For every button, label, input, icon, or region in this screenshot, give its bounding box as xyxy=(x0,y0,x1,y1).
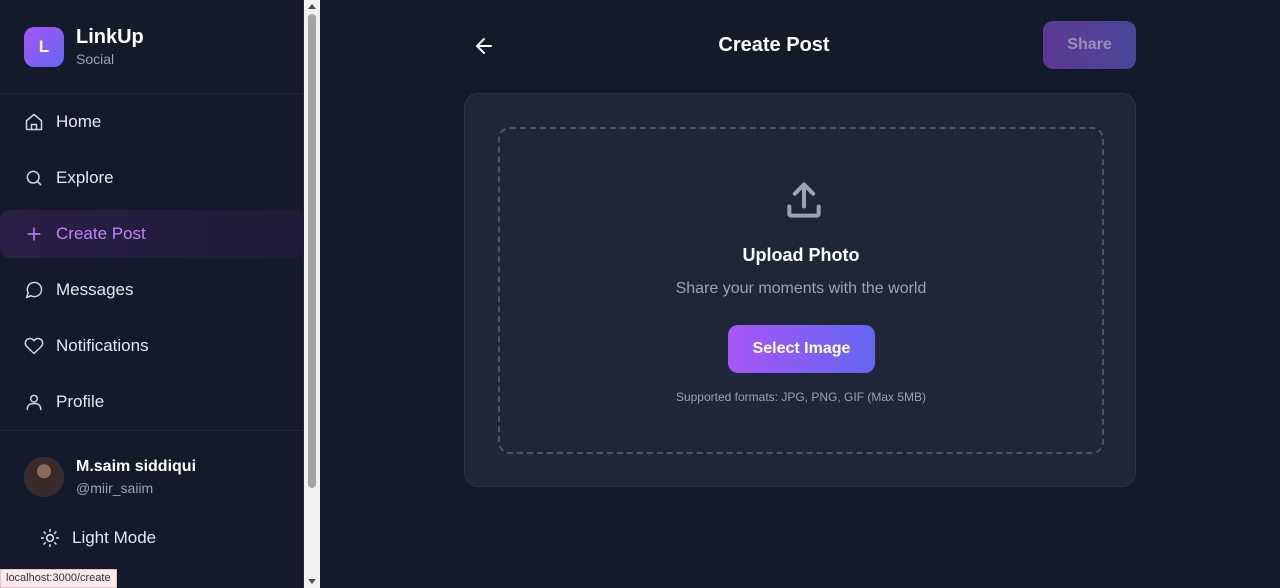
theme-toggle-button[interactable]: Light Mode xyxy=(40,528,156,548)
theme-toggle-label: Light Mode xyxy=(72,528,157,547)
create-post-card: Upload Photo Share your moments with the… xyxy=(464,93,1136,487)
user-handle: @miir_saiim xyxy=(76,480,154,496)
brand-name: LinkUp xyxy=(76,26,144,48)
brand-text: LinkUp Social xyxy=(76,26,144,67)
sun-icon xyxy=(40,528,60,548)
avatar xyxy=(24,457,64,497)
upload-dropzone[interactable]: Upload Photo Share your moments with the… xyxy=(498,127,1104,454)
upload-title: Upload Photo xyxy=(742,245,860,265)
select-image-button[interactable]: Select Image xyxy=(728,325,875,373)
sidebar-item-label: Home xyxy=(56,112,102,131)
user-icon xyxy=(26,394,42,411)
status-bar-url: localhost:3000/create xyxy=(0,569,117,588)
sidebar-nav: Home Explore Create Post Messages Notifi… xyxy=(0,98,304,434)
heart-icon xyxy=(24,337,44,355)
brand-logo: L xyxy=(24,26,64,67)
sidebar-item-label: Notifications xyxy=(56,336,149,355)
upload-subtitle: Share your moments with the world xyxy=(675,280,927,297)
sidebar-item-explore[interactable]: Explore xyxy=(0,154,304,202)
share-button[interactable]: Share xyxy=(1043,21,1136,69)
supported-formats-note: Supported formats: JPG, PNG, GIF (Max 5M… xyxy=(675,390,927,404)
user-text: M.saim siddiqui @miir_saiim xyxy=(76,458,196,496)
sidebar-divider-bottom xyxy=(0,430,304,431)
sidebar-item-label: Profile xyxy=(56,392,105,411)
sidebar-divider-top xyxy=(0,93,304,94)
sidebar-item-create-post[interactable]: Create Post xyxy=(0,210,304,258)
scroll-down-arrow-icon[interactable] xyxy=(308,579,316,584)
sidebar-item-profile[interactable]: Profile xyxy=(0,378,304,426)
user-card[interactable]: M.saim siddiqui @miir_saiim xyxy=(24,457,196,497)
brand[interactable]: L LinkUp Social xyxy=(24,26,144,67)
upload-icon xyxy=(782,179,826,223)
search-icon xyxy=(26,170,42,186)
sidebar-item-home[interactable]: Home xyxy=(0,98,304,146)
sidebar-item-label: Create Post xyxy=(56,224,146,243)
brand-subtitle: Social xyxy=(76,51,115,67)
arrow-left-icon xyxy=(476,38,492,54)
scrollbar-thumb[interactable] xyxy=(308,14,316,488)
sidebar-item-label: Messages xyxy=(56,280,134,299)
home-icon xyxy=(25,113,43,131)
sidebar: L LinkUp Social Home Explore Create Post… xyxy=(0,0,304,588)
plus-icon xyxy=(27,227,41,241)
back-button[interactable] xyxy=(472,34,496,58)
page-title: Create Post xyxy=(718,34,830,56)
sidebar-item-notifications[interactable]: Notifications xyxy=(0,322,304,370)
sidebar-scrollbar[interactable] xyxy=(304,0,320,588)
sidebar-item-messages[interactable]: Messages xyxy=(0,266,304,314)
scroll-up-arrow-icon[interactable] xyxy=(308,4,316,9)
message-circle-icon xyxy=(25,281,43,299)
user-name: M.saim siddiqui xyxy=(76,458,197,475)
sidebar-item-label: Explore xyxy=(56,168,114,187)
